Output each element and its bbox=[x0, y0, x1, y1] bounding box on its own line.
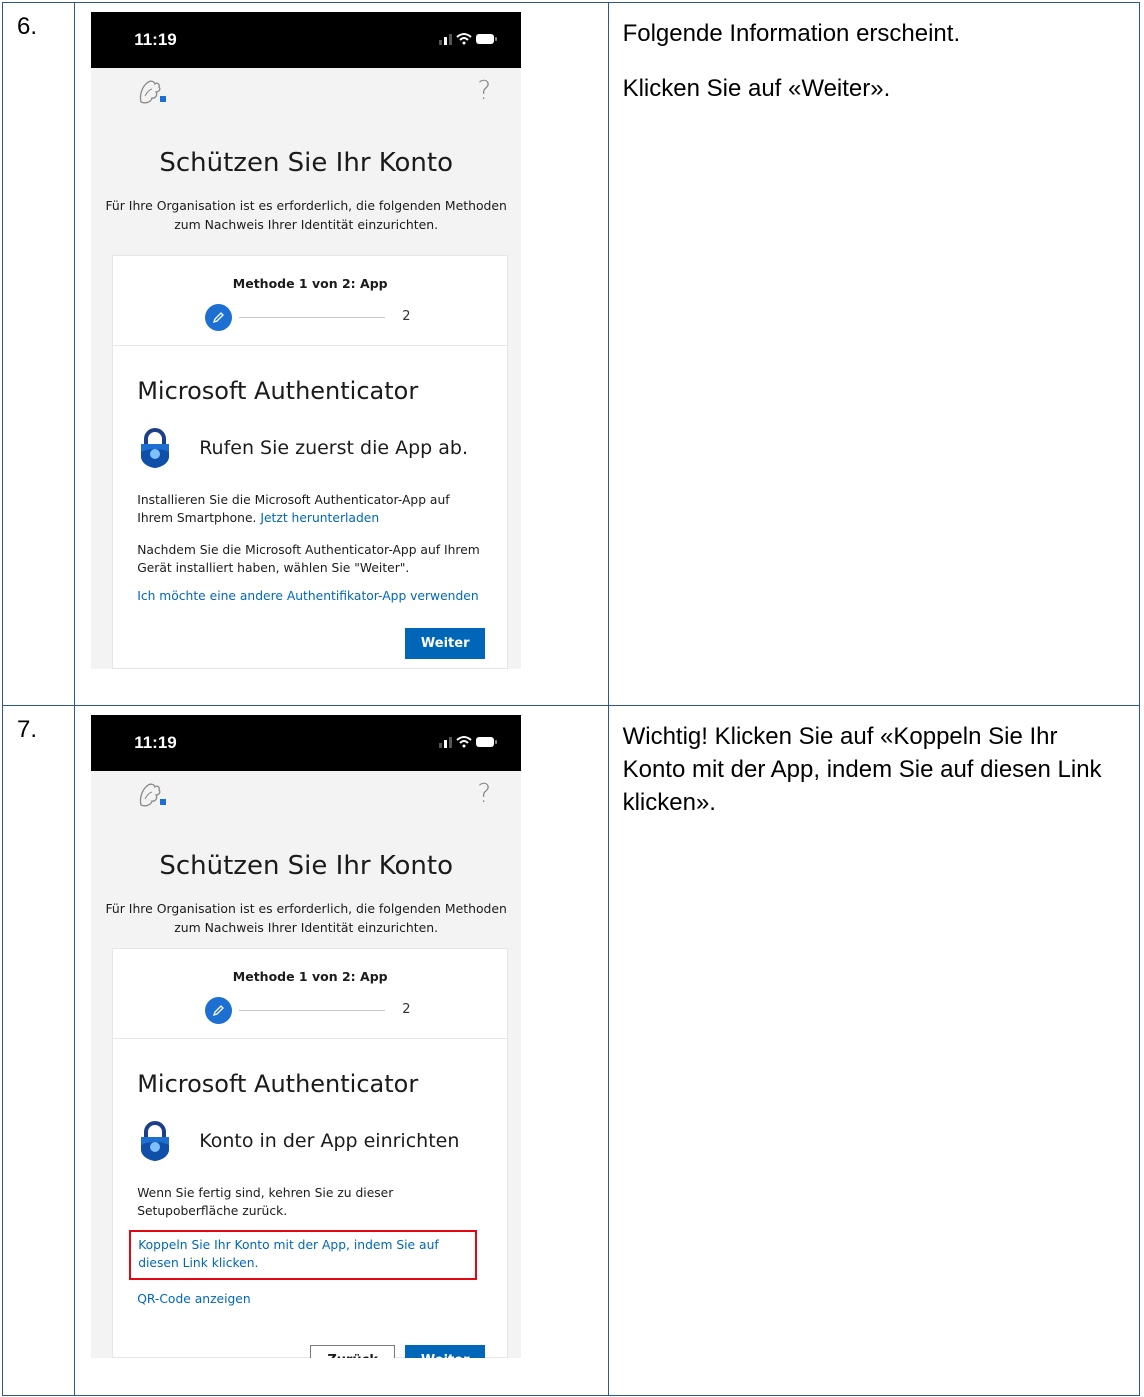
screenshot-cell: 11:19 ? Schützen Sie Ihr Konto Für Ihre … bbox=[74, 705, 609, 1396]
instruction-text: Wichtig! Klicken Sie auf «Koppeln Sie Ih… bbox=[609, 706, 1139, 819]
setup-card: Methode 1 von 2: App 2 Microsoft Authent… bbox=[112, 948, 509, 1358]
after-install-paragraph: Nachdem Sie die Microsoft Authenticator-… bbox=[137, 543, 480, 575]
status-bar: 11:19 bbox=[91, 12, 522, 68]
page-subtitle: Für Ihre Organisation ist es erforderlic… bbox=[105, 198, 507, 232]
next-button[interactable]: Weiter bbox=[405, 628, 486, 659]
setup-card: Methode 1 von 2: App 2 Microsoft Authent… bbox=[112, 255, 509, 669]
step-two-label: 2 bbox=[402, 309, 411, 324]
wifi-icon bbox=[456, 33, 472, 45]
screenshot-cell: 11:19 ? Schützen Sie Ihr Konto Für Ihre … bbox=[74, 2, 609, 706]
step-number: 6. bbox=[17, 13, 38, 40]
organization-logo-icon bbox=[137, 781, 167, 813]
signal-icon bbox=[439, 737, 453, 748]
instruction-line: Wichtig! Klicken Sie auf «Koppeln Sie Ih… bbox=[622, 723, 1102, 816]
instruction-text: Folgende Information erscheint. Klicken … bbox=[609, 3, 1139, 105]
authenticator-heading: Rufen Sie zuerst die App ab. bbox=[199, 437, 468, 459]
authenticator-row: Konto in der App einrichten bbox=[113, 1118, 507, 1170]
help-icon[interactable]: ? bbox=[477, 779, 491, 809]
download-link[interactable]: Jetzt herunterladen bbox=[260, 511, 379, 525]
step-one-circle bbox=[205, 304, 233, 331]
signal-icon bbox=[439, 34, 453, 45]
button-bar: Weiter bbox=[405, 628, 486, 659]
step-number-cell: 7. bbox=[1, 705, 76, 1396]
return-paragraph: Wenn Sie fertig sind, kehren Sie zu dies… bbox=[137, 1186, 394, 1218]
step-two-label: 2 bbox=[402, 1002, 411, 1017]
app-bar: ? bbox=[91, 771, 521, 823]
authenticator-lock-icon bbox=[137, 1120, 173, 1166]
method-label: Methode 1 von 2: App bbox=[232, 276, 388, 291]
install-paragraph: Installieren Sie die Microsoft Authentic… bbox=[137, 491, 487, 527]
instruction-table: 6. 11:19 ? Schützen Sie Ihr Konto Für Ih… bbox=[1, 2, 1141, 1396]
page-title: Schützen Sie Ihr Konto bbox=[159, 148, 454, 178]
authenticator-title: Microsoft Authenticator bbox=[137, 1070, 419, 1098]
table-row: 7. 11:19 ? Schützen Sie Ihr Konto Für Ih… bbox=[1, 705, 1141, 1396]
progress-indicator: 2 bbox=[113, 984, 508, 1039]
progress-line bbox=[239, 317, 386, 318]
other-authenticator-link[interactable]: Ich möchte eine andere Authentifikator-A… bbox=[137, 587, 487, 605]
organization-logo-icon bbox=[137, 78, 167, 110]
pencil-icon bbox=[213, 312, 225, 324]
method-label: Methode 1 von 2: App bbox=[232, 969, 388, 984]
button-bar: Zurück Weiter bbox=[310, 1345, 486, 1358]
authenticator-heading: Konto in der App einrichten bbox=[199, 1130, 460, 1152]
pair-account-link[interactable]: Koppeln Sie Ihr Konto mit der App, indem… bbox=[138, 1238, 439, 1270]
step-number-cell: 6. bbox=[1, 2, 76, 706]
authenticator-row: Rufen Sie zuerst die App ab. bbox=[113, 425, 507, 477]
battery-icon bbox=[476, 34, 498, 44]
wifi-icon bbox=[456, 736, 472, 748]
pair-link-highlight: Koppeln Sie Ihr Konto mit der App, indem… bbox=[129, 1230, 478, 1280]
step-one-circle bbox=[205, 997, 233, 1024]
battery-icon bbox=[476, 737, 498, 747]
instruction-cell: Folgende Information erscheint. Klicken … bbox=[607, 2, 1141, 706]
step-number: 7. bbox=[17, 716, 38, 743]
progress-line bbox=[239, 1010, 386, 1011]
back-button[interactable]: Zurück bbox=[310, 1345, 396, 1358]
phone-screenshot: 11:19 ? Schützen Sie Ihr Konto Für Ihre … bbox=[91, 715, 522, 1358]
status-bar: 11:19 bbox=[91, 715, 522, 771]
status-icons bbox=[439, 31, 498, 51]
status-time: 11:19 bbox=[134, 733, 177, 752]
pencil-icon bbox=[213, 1005, 225, 1017]
help-icon[interactable]: ? bbox=[477, 76, 491, 106]
phone-screenshot: 11:19 ? Schützen Sie Ihr Konto Für Ihre … bbox=[91, 12, 522, 669]
page-subtitle: Für Ihre Organisation ist es erforderlic… bbox=[105, 901, 507, 935]
instruction-line: Folgende Information erscheint. bbox=[622, 20, 961, 47]
status-icons bbox=[439, 734, 498, 754]
authenticator-lock-icon bbox=[137, 427, 173, 473]
table-row: 6. 11:19 ? Schützen Sie Ihr Konto Für Ih… bbox=[1, 2, 1141, 706]
instruction-cell: Wichtig! Klicken Sie auf «Koppeln Sie Ih… bbox=[607, 705, 1141, 1396]
status-time: 11:19 bbox=[134, 30, 177, 49]
progress-indicator: 2 bbox=[113, 291, 508, 346]
next-button[interactable]: Weiter bbox=[405, 1345, 486, 1358]
authenticator-title: Microsoft Authenticator bbox=[137, 377, 419, 405]
qr-code-link[interactable]: QR-Code anzeigen bbox=[137, 1290, 487, 1308]
app-bar: ? bbox=[91, 68, 521, 120]
page-title: Schützen Sie Ihr Konto bbox=[159, 851, 454, 881]
instruction-line: Klicken Sie auf «Weiter». bbox=[622, 75, 891, 102]
